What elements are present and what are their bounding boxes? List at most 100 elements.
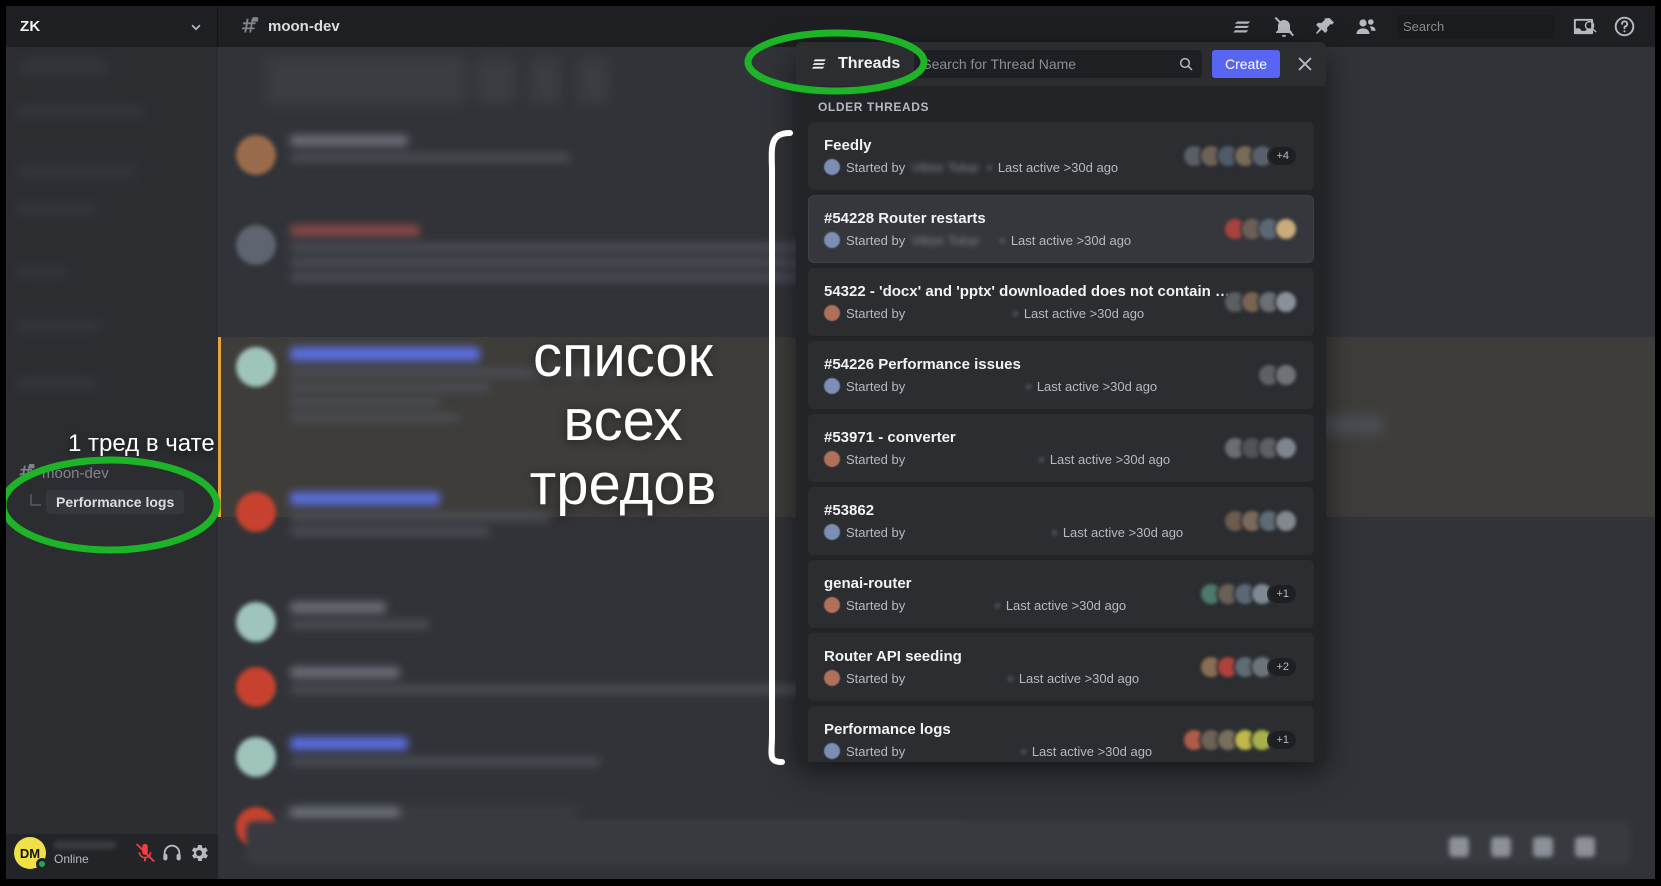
threads-section-label: OLDER THREADS — [818, 100, 930, 114]
blurred-message — [236, 347, 620, 428]
chevron-down-icon — [189, 20, 203, 34]
blurred-embed — [578, 59, 608, 103]
thread-started-by-prefix: Started by — [846, 159, 906, 175]
thread-author-avatar — [824, 597, 840, 613]
threads-icon[interactable] — [1231, 15, 1255, 39]
thread-started-by-prefix: Started by — [846, 670, 906, 686]
thread-list-item[interactable]: #54228 Router restarts Started by Viktor T… — [808, 195, 1314, 263]
thread-author-avatar — [824, 524, 840, 540]
thread-participants-facepile — [1223, 509, 1298, 533]
participants-overflow-count: +1 — [1267, 583, 1298, 605]
sidebar-thread-performance-logs[interactable]: Performance logs — [6, 487, 218, 517]
thread-info: Feedly Started by Viktor Tokar • Last active… — [824, 137, 1189, 175]
thread-name: Feedly — [824, 137, 872, 154]
thread-name: Router API seeding — [824, 648, 962, 665]
user-status: Online — [54, 851, 89, 866]
blurred-sidebar-item — [20, 57, 108, 75]
blurred-sidebar-item — [16, 267, 68, 279]
blurred-message — [236, 135, 570, 175]
thread-list-item[interactable]: #53971 - converter Started by • Last activ… — [808, 414, 1314, 482]
members-icon[interactable] — [1354, 15, 1378, 39]
user-panel: DM Online — [6, 827, 218, 879]
thread-list-item[interactable]: 54322 - 'docx' and 'pptx' downloaded doe… — [808, 268, 1314, 336]
avatar[interactable]: DM — [14, 837, 48, 870]
thread-info: Router API seeding Started by • Last activ… — [824, 648, 1206, 686]
close-icon[interactable] — [1294, 53, 1316, 75]
gift-icon[interactable] — [1449, 837, 1469, 857]
thread-info: 54322 - 'docx' and 'pptx' downloaded doe… — [824, 283, 1230, 321]
thread-meta-separator: • — [995, 597, 1000, 613]
thread-last-active: Last active >30d ago — [997, 159, 1119, 175]
thread-last-active: Last active >30d ago — [1005, 597, 1127, 613]
thread-list-item[interactable]: Feedly Started by Viktor Tokar • Last active… — [808, 122, 1314, 190]
sidebar-thread-label: Performance logs — [46, 490, 185, 514]
status-dot-online — [36, 858, 48, 870]
channel-sidebar: moon-dev Performance logs — [6, 47, 218, 834]
thread-author-avatar — [824, 743, 840, 759]
window-border-right — [1655, 0, 1661, 886]
thread-list[interactable]: Feedly Started by Viktor Tokar • Last active… — [796, 122, 1326, 762]
participant-avatar — [1274, 363, 1298, 387]
thread-last-active: Last active >30d ago — [1010, 232, 1132, 248]
thread-meta-separator: • — [1039, 451, 1044, 467]
create-thread-button[interactable]: Create — [1211, 50, 1280, 78]
message-composer[interactable] — [246, 821, 1631, 865]
participants-overflow-count: +2 — [1267, 656, 1298, 678]
thread-last-active: Last active >30d ago — [1049, 451, 1171, 467]
thread-name: genai-router — [824, 575, 912, 592]
channel-header: moon-dev — [218, 16, 1231, 38]
server-header[interactable]: ZK — [6, 6, 218, 47]
thread-started-by-name — [911, 744, 1015, 759]
threads-icon — [810, 54, 830, 74]
thread-meta-separator: • — [1021, 743, 1026, 759]
thread-meta-separator: • — [1008, 670, 1013, 686]
help-icon[interactable] — [1613, 15, 1637, 39]
thread-meta-separator: • — [1026, 378, 1031, 394]
participant-avatar — [1274, 436, 1298, 460]
thread-participants-facepile — [1223, 290, 1298, 314]
thread-list-item[interactable]: #54226 Performance issues Started by • Las… — [808, 341, 1314, 409]
thread-meta: Started by Viktor Tokar • Last active >30d … — [824, 159, 1189, 175]
sidebar-channel-moon-dev[interactable]: moon-dev — [6, 457, 218, 489]
thread-search-box[interactable] — [914, 50, 1202, 78]
sticker-icon[interactable] — [1533, 837, 1553, 857]
thread-list-item[interactable]: Performance logs Started by • Last active … — [808, 706, 1314, 762]
mic-muted-icon[interactable] — [134, 842, 156, 864]
user-controls — [134, 842, 210, 864]
thread-meta-separator: • — [1013, 305, 1018, 321]
gear-icon[interactable] — [188, 842, 210, 864]
thread-list-item[interactable]: Router API seeding Started by • Last activ… — [808, 633, 1314, 701]
thread-started-by-name: Viktor Tokar — [911, 232, 980, 248]
emoji-icon[interactable] — [1575, 837, 1595, 857]
bell-muted-icon[interactable] — [1272, 15, 1296, 39]
thread-participants-facepile: +1 — [1182, 728, 1298, 752]
blurred-embed — [530, 59, 560, 103]
thread-started-by-name — [911, 452, 1033, 467]
thread-started-by-prefix: Started by — [846, 743, 906, 759]
thread-list-item[interactable]: genai-router Started by • Last active >30d… — [808, 560, 1314, 628]
blurred-sidebar-item — [16, 105, 144, 118]
headphones-icon[interactable] — [161, 842, 183, 864]
thread-last-active: Last active >30d ago — [1023, 305, 1145, 321]
thread-author-avatar — [824, 670, 840, 686]
threads-popover-header: Threads Create — [796, 42, 1326, 86]
participants-overflow-count: +1 — [1267, 729, 1298, 751]
thread-participants-facepile — [1257, 363, 1298, 387]
thread-started-by-prefix: Started by — [846, 597, 906, 613]
window-border-bottom — [0, 879, 1661, 886]
search-box[interactable] — [1397, 14, 1597, 39]
thread-last-active: Last active >30d ago — [1018, 670, 1140, 686]
thread-author-avatar — [824, 451, 840, 467]
composer-icons — [1449, 837, 1595, 857]
thread-search-input[interactable] — [922, 56, 1172, 72]
gif-icon[interactable] — [1491, 837, 1511, 857]
pin-icon[interactable] — [1313, 15, 1337, 39]
server-name: ZK — [20, 18, 41, 35]
thread-started-by-prefix: Started by — [846, 451, 906, 467]
thread-participants-facepile: +2 — [1199, 655, 1298, 679]
search-input[interactable] — [1403, 19, 1579, 34]
blurred-sidebar-item — [16, 203, 98, 216]
inbox-icon[interactable] — [1572, 15, 1596, 39]
thread-list-item[interactable]: #53862 Started by • Last active >30d ago — [808, 487, 1314, 555]
threads-popover: Threads Create OLDER THREADS Feedly Start… — [796, 42, 1326, 762]
